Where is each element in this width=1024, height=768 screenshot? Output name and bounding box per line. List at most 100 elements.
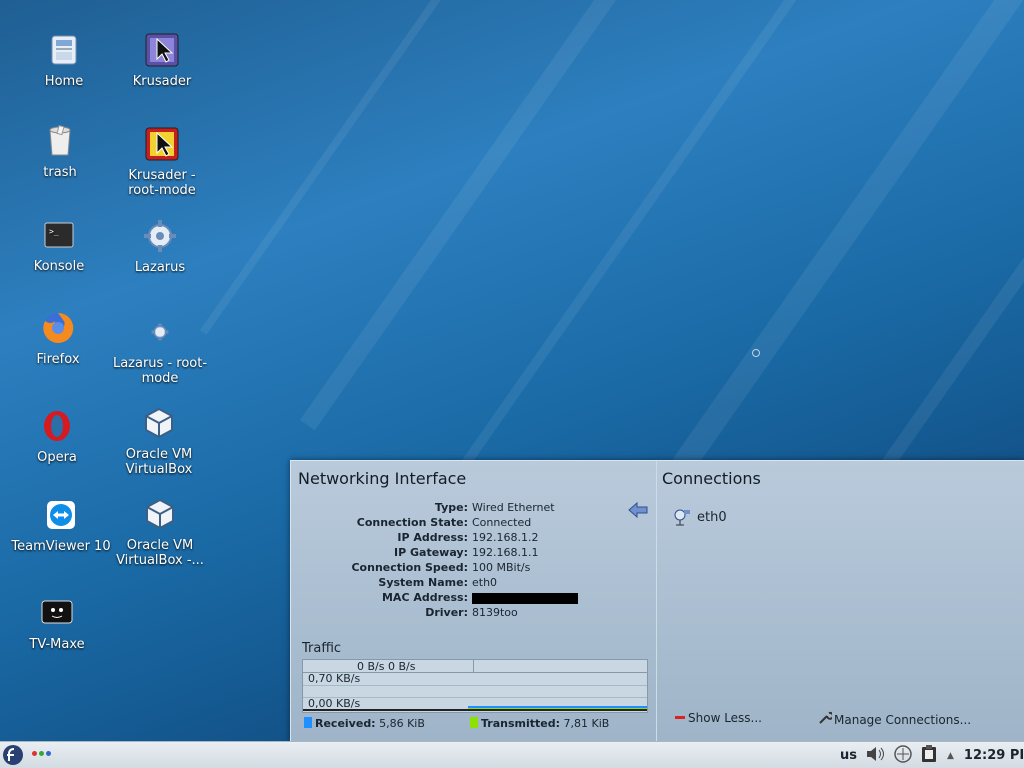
networking-interface-pane: Networking Interface Type: Wired Ethernet…: [291, 461, 657, 741]
info-row-ip-gateway: IP Gateway: 192.168.1.1: [291, 546, 656, 561]
transmitted-label: Transmitted:: [481, 717, 561, 730]
desktop-icon-teamviewer[interactable]: TeamViewer 10: [11, 495, 111, 554]
application-launcher-button[interactable]: [2, 744, 24, 766]
system-tray: us ▲ 12:29 PI: [840, 742, 1024, 768]
taskbar: us ▲ 12:29 PI: [0, 741, 1024, 768]
traffic-graph: 0 B/s 0 B/s 0,70 KB/s 0,00 KB/s: [302, 659, 648, 713]
desktop-icon-label: TeamViewer 10: [11, 539, 111, 554]
krusader-icon: [142, 30, 182, 70]
transmitted-value: 7,81 KiB: [563, 717, 610, 730]
info-key: MAC Address:: [381, 591, 468, 604]
desktop-icon-trash[interactable]: trash: [10, 121, 110, 180]
desktop-icon-label: Krusader - root-mode: [128, 168, 196, 198]
desktop-icon-krusader-root[interactable]: Krusader - root-mode: [112, 124, 212, 198]
home-folder-icon: [44, 30, 84, 70]
desktop-icon-label: Oracle VM VirtualBox: [125, 447, 193, 477]
info-key: Driver:: [425, 606, 468, 619]
lazarus-root-icon: [140, 312, 180, 352]
info-key: IP Address:: [397, 531, 468, 544]
fedora-logo-icon: [3, 745, 23, 765]
connection-name: eth0: [697, 509, 727, 525]
desktop-icon-label: Firefox: [36, 352, 80, 367]
info-value: Wired Ethernet: [472, 501, 555, 514]
desktop-icon-virtualbox-2[interactable]: Oracle VM VirtualBox -...: [110, 494, 210, 568]
lazarus-icon: [140, 216, 180, 256]
show-less-label: Show Less...: [688, 711, 762, 725]
krusader-root-icon: [142, 124, 182, 164]
desktop-background: Home trash >_ Konsole Firefox Opera Team…: [0, 0, 1024, 741]
connections-title: Connections: [662, 469, 761, 488]
network-wired-icon: [674, 509, 690, 526]
info-row-ip-address: IP Address: 192.168.1.2: [291, 531, 656, 546]
svg-text:>_: >_: [49, 227, 59, 236]
desktop-icon-lazarus[interactable]: Lazarus: [110, 216, 210, 275]
desktop-icon-krusader[interactable]: Krusader: [112, 30, 212, 89]
info-key: System Name:: [378, 576, 468, 589]
volume-icon[interactable]: [865, 745, 887, 766]
info-row-type: Type: Wired Ethernet: [291, 501, 656, 516]
info-row-system-name: System Name: eth0: [291, 576, 656, 591]
terminal-icon: >_: [39, 215, 79, 255]
manage-connections-button[interactable]: Manage Connections...: [819, 711, 971, 727]
clock[interactable]: 12:29 PI: [964, 748, 1024, 763]
desktop-icon-label: Krusader: [132, 74, 192, 89]
desktop-icon-lazarus-root[interactable]: Lazarus - root-mode: [110, 312, 210, 386]
info-key: Connection State:: [356, 516, 468, 529]
received-swatch: [304, 717, 312, 728]
desktop-icon-label: TV-Maxe: [29, 637, 85, 652]
teamviewer-icon: [41, 495, 81, 535]
desktop-icon-label: Lazarus: [134, 260, 186, 275]
desktop-icon-opera[interactable]: Opera: [7, 406, 107, 465]
graph-divider: [473, 660, 474, 672]
transmitted-trace: [468, 708, 647, 709]
activity-dots-icon[interactable]: [32, 751, 51, 756]
show-less-button[interactable]: Show Less...: [675, 711, 762, 725]
tv-icon: [37, 593, 77, 633]
desktop-icon-tv-maxe[interactable]: TV-Maxe: [7, 593, 107, 652]
desktop-icon-home[interactable]: Home: [14, 30, 114, 89]
virtualbox-icon: [140, 494, 180, 534]
info-value: 192.168.1.2: [472, 531, 539, 544]
desktop-icon-label: trash: [43, 165, 77, 180]
info-value: 192.168.1.1: [472, 546, 539, 559]
network-tray-icon[interactable]: [893, 744, 913, 767]
info-key: Connection Speed:: [351, 561, 468, 574]
keyboard-layout-indicator[interactable]: us: [840, 748, 857, 763]
info-row-mac-address: MAC Address:: [291, 591, 656, 606]
connections-pane: Connections eth0 Show Less... Manage Con…: [657, 461, 1024, 741]
networking-interface-title: Networking Interface: [298, 469, 467, 488]
virtualbox-icon: [139, 403, 179, 443]
wallpaper-sparkle: [752, 349, 760, 357]
info-row-connection-speed: Connection Speed: 100 MBit/s: [291, 561, 656, 576]
firefox-icon: [38, 308, 78, 348]
info-value: eth0: [472, 576, 498, 589]
transmitted-swatch: [470, 717, 478, 728]
wrench-icon: [819, 711, 834, 727]
traffic-title: Traffic: [302, 641, 342, 656]
desktop-icon-konsole[interactable]: >_ Konsole: [9, 215, 109, 274]
tray-expand-arrow-icon[interactable]: ▲: [947, 751, 954, 761]
info-row-connection-state: Connection State: Connected: [291, 516, 656, 531]
received-value: 5,86 KiB: [379, 717, 425, 730]
clipboard-tray-icon[interactable]: [919, 744, 939, 767]
graph-baseline: [303, 709, 647, 711]
info-key: Type:: [434, 501, 468, 514]
network-popup: Networking Interface Type: Wired Ethernet…: [290, 460, 1024, 741]
opera-icon: [37, 406, 77, 446]
desktop-icon-label: Oracle VM VirtualBox -...: [116, 538, 204, 568]
info-value: 8139too: [472, 606, 518, 619]
minus-icon: [675, 716, 685, 719]
desktop-icon-label: Konsole: [33, 259, 85, 274]
graph-gridline: [303, 685, 647, 686]
received-legend: Received: 5,86 KiB: [304, 717, 425, 730]
info-value: Connected: [472, 516, 532, 529]
info-value: 100 MBit/s: [472, 561, 531, 574]
received-label: Received:: [315, 717, 376, 730]
desktop-icon-firefox[interactable]: Firefox: [8, 308, 108, 367]
trash-icon: [40, 121, 80, 161]
mac-address-redacted: [472, 593, 578, 604]
desktop-icon-virtualbox[interactable]: Oracle VM VirtualBox: [109, 403, 209, 477]
manage-connections-label: Manage Connections...: [834, 713, 972, 727]
connection-item-eth0[interactable]: eth0: [673, 508, 727, 526]
traffic-upper-label: 0,70 KB/s: [308, 672, 361, 685]
